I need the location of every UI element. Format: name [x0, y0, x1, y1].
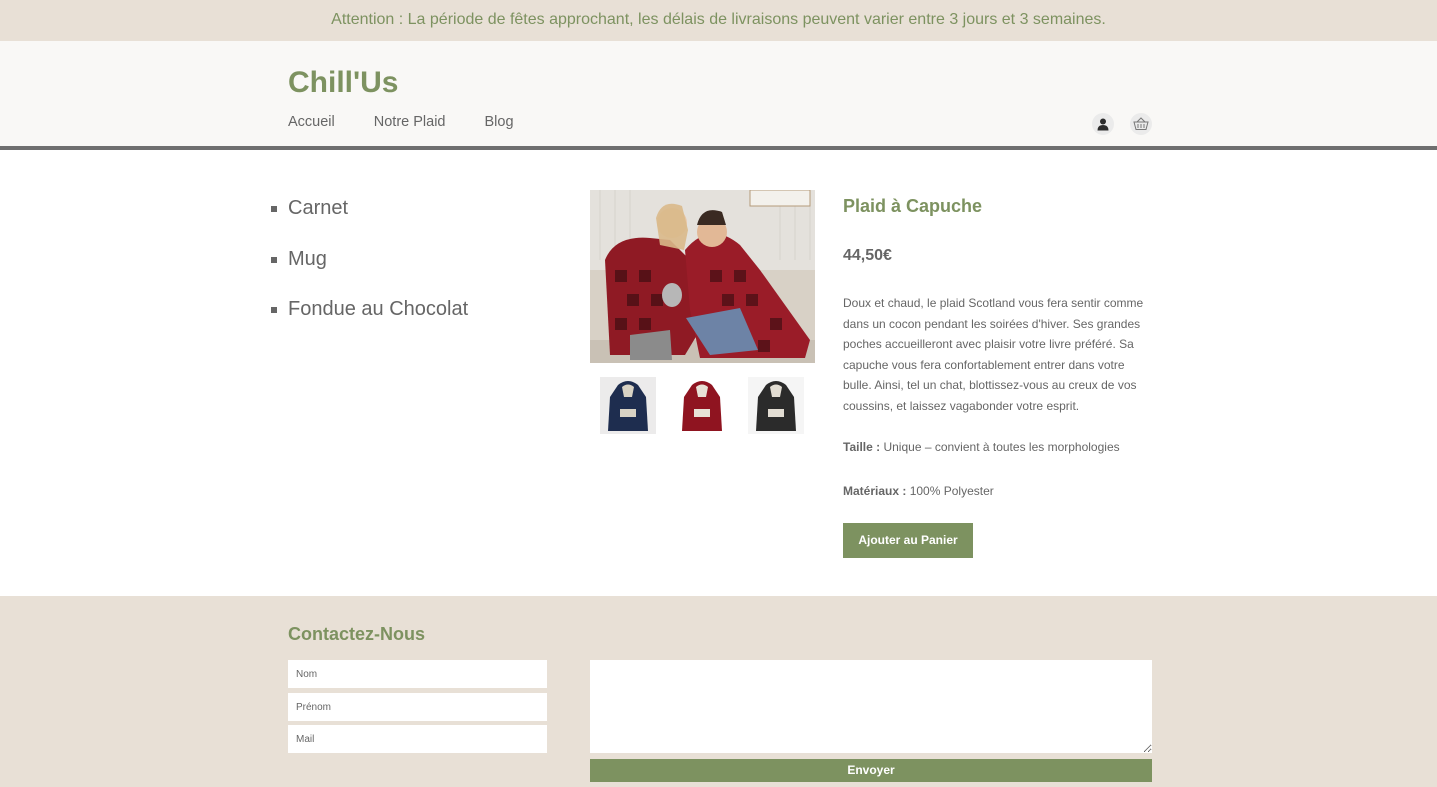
- announcement-banner: Attention : La période de fêtes approcha…: [0, 0, 1437, 41]
- category-item-carnet[interactable]: Carnet: [270, 195, 468, 246]
- category-item-mug[interactable]: Mug: [270, 246, 468, 297]
- nav-accueil[interactable]: Accueil: [288, 114, 335, 130]
- product-price: 44,50€: [843, 247, 892, 264]
- nav-notre-plaid[interactable]: Notre Plaid: [374, 114, 446, 130]
- product-main-image: [590, 190, 815, 363]
- contact-section: Contactez-Nous Envoyer: [0, 596, 1437, 787]
- material-value: 100% Polyester: [909, 484, 994, 498]
- add-to-cart-button[interactable]: Ajouter au Panier: [843, 523, 973, 558]
- send-button[interactable]: Envoyer: [590, 759, 1152, 782]
- site-logo[interactable]: Chill'Us: [288, 66, 398, 100]
- product-title: Plaid à Capuche: [843, 196, 983, 216]
- thumbnail-navy[interactable]: [600, 377, 656, 434]
- cart-icon[interactable]: [1130, 113, 1152, 135]
- thumbnail-black[interactable]: [748, 377, 804, 434]
- site-header: Chill'Us Accueil Notre Plaid Blog: [0, 41, 1437, 150]
- product-description: Doux et chaud, le plaid Scotland vous fe…: [843, 296, 1144, 413]
- material-label: Matériaux :: [843, 484, 907, 498]
- size-label: Taille :: [843, 440, 881, 454]
- main-nav: Accueil Notre Plaid Blog: [288, 114, 514, 130]
- nom-field[interactable]: [288, 660, 547, 688]
- category-item-fondue[interactable]: Fondue au Chocolat: [270, 296, 468, 347]
- mail-field[interactable]: [288, 725, 547, 753]
- size-value: Unique – convient à toutes les morpholog…: [883, 440, 1120, 454]
- nav-blog[interactable]: Blog: [484, 114, 513, 130]
- thumbnail-red[interactable]: [674, 377, 730, 434]
- prenom-field[interactable]: [288, 693, 547, 721]
- product-material: Matériaux : 100% Polyester: [843, 484, 994, 498]
- product-size: Taille : Unique – convient à toutes les …: [843, 440, 1120, 454]
- contact-title: Contactez-Nous: [288, 624, 426, 644]
- message-textarea[interactable]: [590, 660, 1152, 753]
- category-list: Carnet Mug Fondue au Chocolat: [270, 195, 468, 347]
- user-icon[interactable]: [1092, 113, 1114, 135]
